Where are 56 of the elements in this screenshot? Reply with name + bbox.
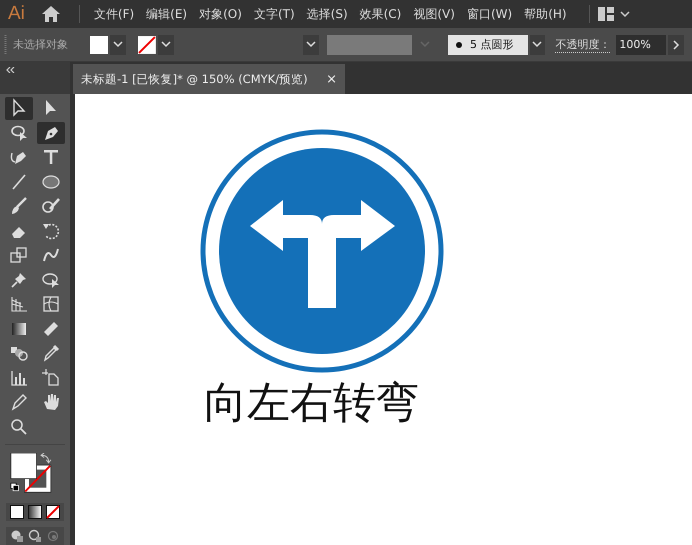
gradient-mode-icon[interactable]: [28, 505, 42, 519]
sign-caption: 向左右转弯: [204, 380, 419, 428]
document-tab[interactable]: 未标题-1 [已恢复]* @ 150% (CMYK/预览) ×: [73, 64, 345, 94]
brush-dropdown[interactable]: [530, 34, 546, 54]
pencil-icon: [9, 392, 29, 412]
menu-item[interactable]: 选择(S): [306, 6, 348, 22]
stroke-dropdown[interactable]: [158, 34, 174, 54]
tool-button[interactable]: [37, 122, 65, 144]
stroke-weight-dropdown[interactable]: [302, 34, 319, 54]
draw-normal-icon[interactable]: [10, 529, 24, 543]
brush-definition-field[interactable]: 5 点圆形: [448, 34, 528, 54]
fill-dropdown[interactable]: [110, 34, 126, 54]
close-tab-button[interactable]: ×: [326, 72, 337, 86]
brush-name: 5 点圆形: [470, 37, 514, 52]
artboard-icon: [41, 368, 61, 388]
brush-dot-icon: [456, 42, 462, 48]
scale-icon: [9, 245, 29, 266]
home-icon[interactable]: [40, 5, 61, 23]
document-title: 未标题-1 [已恢复]* @ 150% (CMYK/预览): [81, 72, 308, 86]
opacity-label[interactable]: 不透明度：: [555, 36, 610, 52]
draw-behind-icon[interactable]: [28, 529, 42, 543]
menu-item[interactable]: 效果(C): [360, 6, 402, 22]
chevron-right-icon: [672, 40, 680, 50]
chevron-down-icon: [112, 41, 123, 48]
grip-icon[interactable]: [4, 34, 7, 54]
workspace-layout-icon[interactable]: [598, 7, 614, 21]
selection-status: 未选择对象: [12, 37, 68, 52]
chevron-down-icon: [420, 41, 430, 48]
none-mode-icon[interactable]: [46, 505, 60, 519]
mesh-icon: [41, 294, 61, 314]
eyedropper-icon: [41, 343, 61, 364]
menu-item[interactable]: 文件(F): [94, 6, 134, 22]
search-icon: [9, 416, 29, 437]
menu-item[interactable]: 帮助(H): [524, 6, 567, 22]
fill-swatch[interactable]: [90, 36, 108, 54]
hand-icon: [41, 392, 61, 412]
tool-button[interactable]: [5, 97, 33, 120]
menu-item[interactable]: 窗口(W): [466, 6, 512, 22]
brush-icon: [9, 196, 29, 216]
width-profile-field[interactable]: [326, 34, 412, 54]
chevron-down-icon: [532, 41, 542, 48]
chevron-down-icon: [160, 41, 171, 48]
stroke-swatch[interactable]: [138, 36, 156, 54]
chevron-down-icon[interactable]: [620, 10, 630, 18]
chevron-down-icon: [306, 41, 316, 48]
menu-item[interactable]: 对象(O): [199, 6, 242, 22]
opacity-field[interactable]: 100%: [616, 34, 666, 54]
menu-item[interactable]: 文字(T): [254, 6, 295, 22]
opacity-stepper-button[interactable]: [668, 34, 684, 54]
menu-item[interactable]: 视图(V): [413, 6, 455, 22]
color-mode-icon[interactable]: [10, 505, 24, 519]
menu-item[interactable]: 编辑(E): [146, 6, 188, 22]
perspective-grid-icon: [9, 294, 29, 314]
collapse-icon[interactable]: [6, 67, 15, 73]
app-logo: Ai: [8, 3, 25, 25]
lasso-icon: [9, 122, 29, 143]
